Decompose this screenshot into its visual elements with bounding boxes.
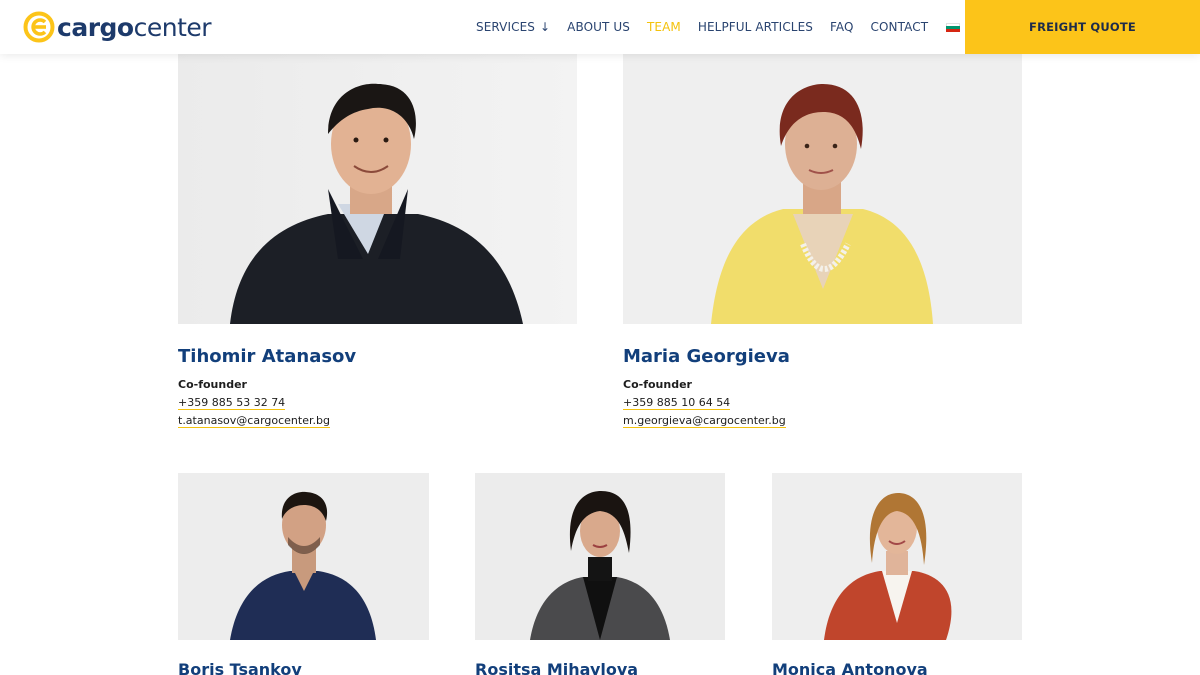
nav-item-label: CONTACT [870, 20, 929, 34]
nav-item-label: HELPFUL ARTICLES [697, 20, 813, 34]
member-photo-boris [178, 473, 429, 640]
nav-item-label: FAQ [829, 20, 854, 34]
member-name: Tihomir Atanasov [178, 346, 357, 367]
main-nav: SERVICES ↓ ABOUT US TEAM HELPFUL ARTICLE… [476, 0, 961, 54]
member-name: Rositsa Mihaylova [475, 660, 639, 675]
member-photo-monica [772, 473, 1022, 640]
member-photo-maria [623, 54, 1022, 324]
bulgarian-flag-icon[interactable] [946, 22, 961, 32]
logo-wordmark: cargocenter [57, 12, 212, 42]
nav-item-contact[interactable]: CONTACT [871, 20, 929, 34]
member-email-link[interactable]: t.atanasov@cargocenter.bg [178, 414, 330, 428]
member-phone-link[interactable]: +359 885 10 64 54 [623, 396, 731, 410]
nav-item-label: TEAM [646, 20, 681, 34]
member-phone-link[interactable]: +359 885 53 32 74 [178, 396, 286, 410]
member-name: Monica Antonova [772, 660, 928, 675]
member-role: Co-founder [178, 378, 247, 391]
freight-quote-button[interactable]: FREIGHT QUOTE [965, 0, 1200, 54]
nav-item-label: ABOUT US [567, 20, 630, 34]
member-photo-tihomir [178, 54, 577, 324]
nav-item-about-us[interactable]: ABOUT US [567, 20, 630, 34]
nav-item-helpful-articles[interactable]: HELPFUL ARTICLES [698, 20, 813, 34]
site-header: cargocenter SERVICES ↓ ABOUT US TEAM HEL… [0, 0, 1200, 54]
nav-item-services[interactable]: SERVICES ↓ [476, 20, 550, 34]
nav-item-team[interactable]: TEAM [647, 20, 681, 34]
nav-item-label: SERVICES [476, 20, 536, 34]
member-email-link[interactable]: m.georgieva@cargocenter.bg [623, 414, 786, 428]
member-role: Co-founder [623, 378, 692, 391]
cargocenter-logo[interactable]: cargocenter [23, 10, 212, 44]
member-name: Maria Georgieva [623, 346, 790, 367]
nav-item-faq[interactable]: FAQ [830, 20, 854, 34]
logo-mark-icon [23, 11, 55, 43]
member-photo-rositsa [475, 473, 725, 640]
arrow-down-icon: ↓ [540, 20, 551, 34]
member-name: Boris Tsankov [178, 660, 302, 675]
